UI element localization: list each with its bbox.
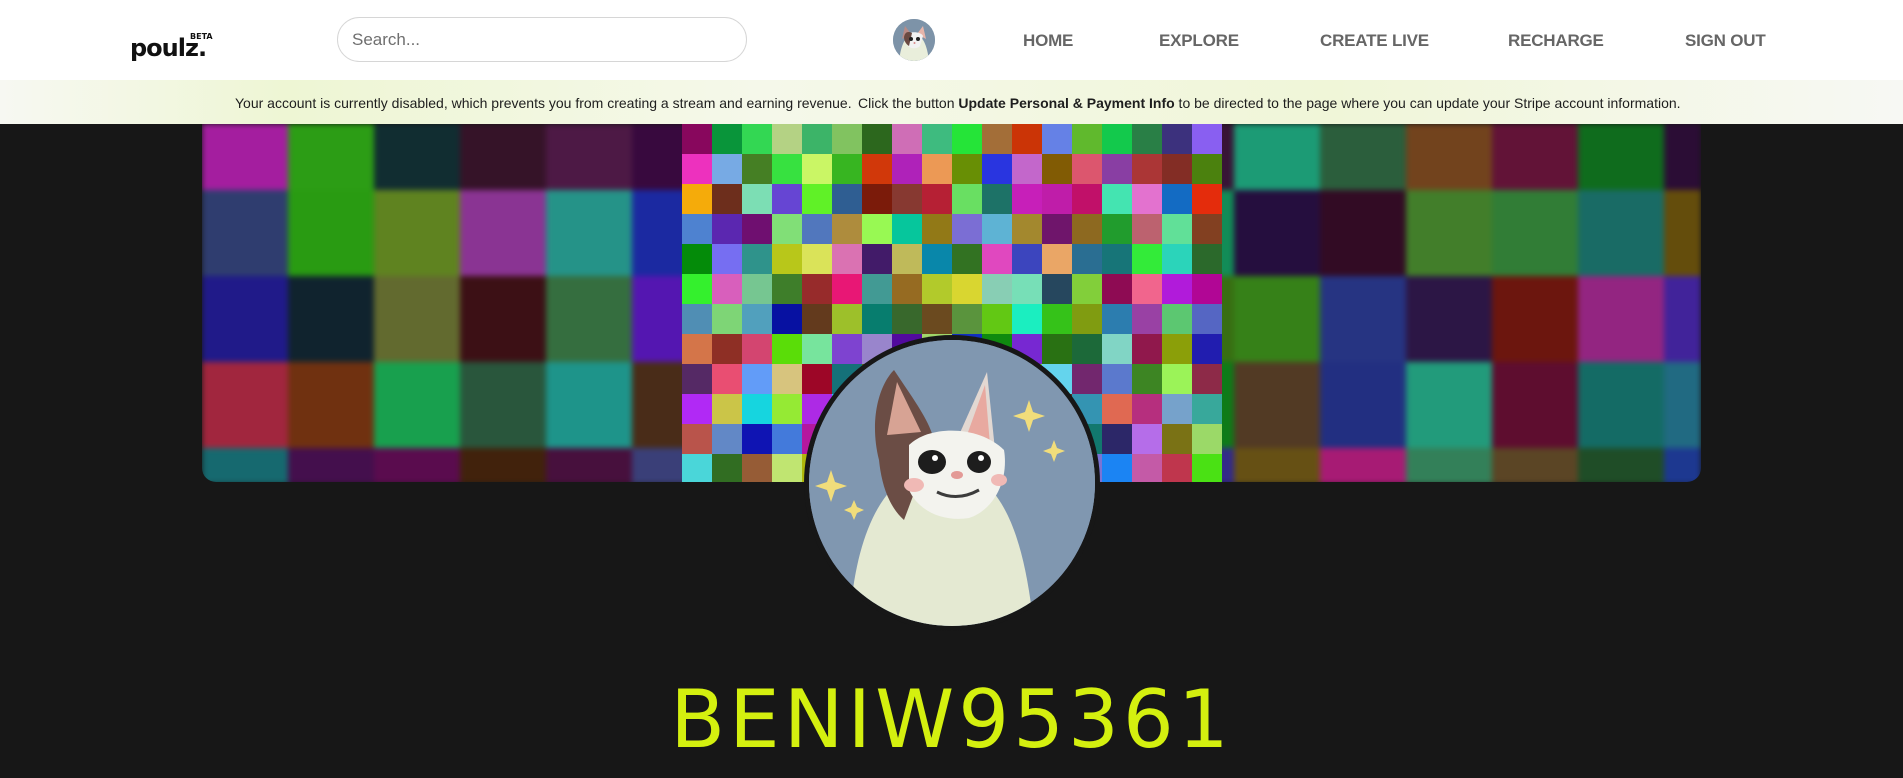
brand-logo[interactable]: poulz. BETA <box>130 32 213 62</box>
notice-instruction-suffix: to be directed to the page where you can… <box>1174 95 1681 111</box>
profile-username: BENIW95361 <box>670 673 1233 766</box>
beta-badge: BETA <box>190 32 213 41</box>
notice-instruction: Click the button Update Personal & Payme… <box>858 95 1681 111</box>
notice-message: Your account is currently disabled, whic… <box>235 95 852 111</box>
account-disabled-notice: Your account is currently disabled, whic… <box>0 80 1903 124</box>
user-avatar[interactable] <box>893 19 935 61</box>
top-navigation-bar: poulz. BETA HOME EXPLORE CREATE LIVE REC… <box>0 0 1903 80</box>
nav-recharge[interactable]: RECHARGE <box>1508 31 1604 51</box>
nav-create-live[interactable]: CREATE LIVE <box>1320 31 1429 51</box>
cat-avatar-icon <box>893 19 935 61</box>
notice-update-info-text: Update Personal & Payment Info <box>958 95 1175 111</box>
cat-avatar-icon <box>809 340 1095 626</box>
profile-avatar[interactable] <box>804 335 1100 631</box>
nav-explore[interactable]: EXPLORE <box>1159 31 1239 51</box>
search-input[interactable] <box>337 17 747 62</box>
nav-sign-out[interactable]: SIGN OUT <box>1685 31 1766 51</box>
nav-home[interactable]: HOME <box>1023 31 1073 51</box>
notice-instruction-prefix: Click the button <box>858 95 959 111</box>
